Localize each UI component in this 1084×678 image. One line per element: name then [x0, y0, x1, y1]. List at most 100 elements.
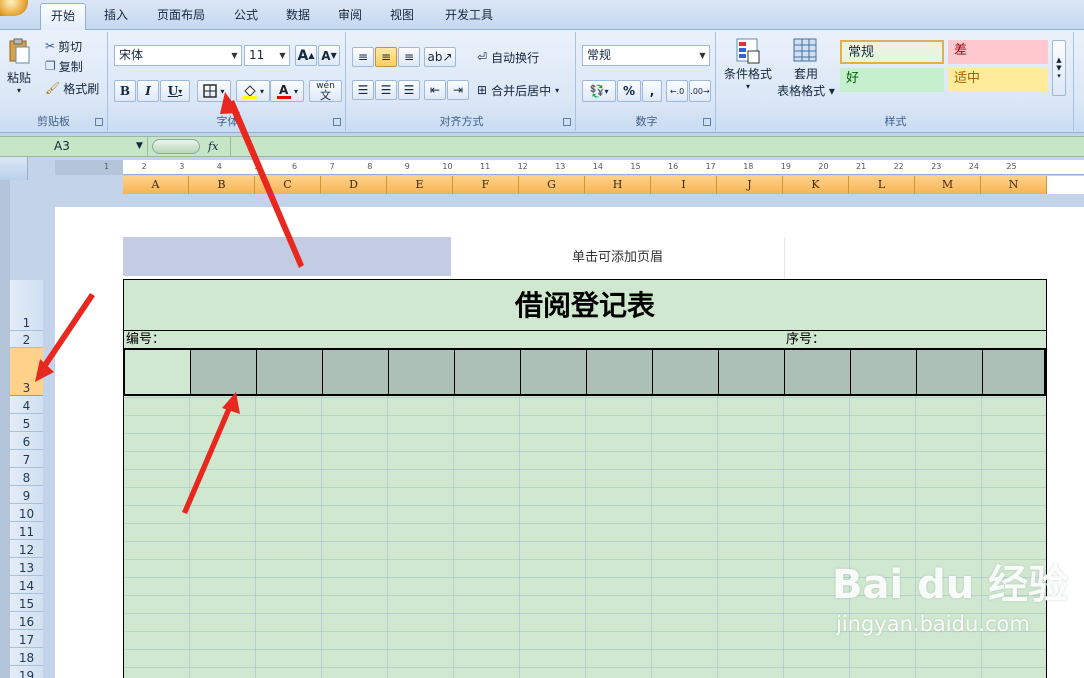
- cut-button[interactable]: ✂ 剪切: [44, 37, 104, 55]
- column-header-n[interactable]: N: [981, 176, 1047, 194]
- cell-l3[interactable]: [851, 350, 917, 394]
- tab-developer[interactable]: 开发工具: [436, 3, 502, 30]
- insert-function-icon[interactable]: fx: [208, 137, 228, 156]
- font-color-button[interactable]: A ▾: [270, 80, 304, 102]
- tab-formulas[interactable]: 公式: [226, 3, 266, 30]
- row-header-2[interactable]: 2: [10, 331, 43, 348]
- column-header-j[interactable]: J: [717, 176, 783, 194]
- cell-g3[interactable]: [521, 350, 587, 394]
- align-middle-button[interactable]: ≡: [375, 47, 397, 67]
- style-good[interactable]: 好: [840, 68, 944, 92]
- cell-n3[interactable]: [983, 350, 1045, 394]
- tab-data[interactable]: 数据: [278, 3, 318, 30]
- style-neutral[interactable]: 适中: [948, 68, 1048, 92]
- row-header-5[interactable]: 5: [10, 414, 43, 432]
- row-header-9[interactable]: 9: [10, 486, 43, 504]
- name-box[interactable]: A3 ▼: [0, 137, 148, 156]
- comma-button[interactable]: ,: [642, 80, 662, 102]
- column-header-k[interactable]: K: [783, 176, 849, 194]
- font-name-combo[interactable]: 宋体 ▼: [114, 45, 242, 66]
- row-header-19[interactable]: 19: [10, 666, 43, 678]
- cell-i3[interactable]: [653, 350, 719, 394]
- dialog-launcher-icon[interactable]: [703, 118, 711, 126]
- header-center-section[interactable]: 单击可添加页眉: [451, 237, 784, 279]
- row-header-17[interactable]: 17: [10, 630, 43, 648]
- header-right-section[interactable]: [784, 237, 1084, 279]
- cell-k3[interactable]: [785, 350, 851, 394]
- bold-button[interactable]: B: [114, 80, 136, 102]
- conditional-formatting-button[interactable]: 条件格式 ▾: [720, 36, 776, 106]
- italic-button[interactable]: I: [137, 80, 159, 102]
- formula-input[interactable]: [230, 137, 1084, 156]
- decrease-indent-button[interactable]: ⇤: [424, 80, 446, 100]
- align-center-button[interactable]: ☰: [375, 80, 397, 100]
- font-size-combo[interactable]: 11 ▼: [244, 45, 290, 66]
- row-2[interactable]: 编号： 序号：: [123, 331, 1047, 348]
- fill-color-button[interactable]: ▾: [236, 80, 270, 102]
- paste-button[interactable]: 粘贴 ▾: [4, 36, 34, 102]
- dialog-launcher-icon[interactable]: [333, 118, 341, 126]
- accounting-format-button[interactable]: 💱 ▾: [582, 80, 616, 102]
- align-bottom-button[interactable]: ≡: [398, 47, 420, 67]
- underline-button[interactable]: U ▾: [160, 80, 190, 102]
- office-button[interactable]: [0, 0, 28, 16]
- tab-page-layout[interactable]: 页面布局: [148, 3, 214, 30]
- column-header-f[interactable]: F: [453, 176, 519, 194]
- dialog-launcher-icon[interactable]: [95, 118, 103, 126]
- cell-e3[interactable]: [389, 350, 455, 394]
- column-header-i[interactable]: I: [651, 176, 717, 194]
- tab-review[interactable]: 审阅: [330, 3, 370, 30]
- row-header-6[interactable]: 6: [10, 432, 43, 450]
- copy-button[interactable]: ❐ 复制: [44, 57, 104, 75]
- tab-home[interactable]: 开始: [40, 3, 86, 30]
- row-header-14[interactable]: 14: [10, 576, 43, 594]
- cell-c3[interactable]: [257, 350, 323, 394]
- table-title[interactable]: 借阅登记表: [123, 279, 1047, 331]
- wrap-text-button[interactable]: ⏎ 自动换行: [476, 47, 572, 67]
- tab-view[interactable]: 视图: [382, 3, 422, 30]
- format-painter-button[interactable]: 🖌 格式刷: [44, 79, 104, 97]
- row-header-4[interactable]: 4: [10, 396, 43, 414]
- dialog-launcher-icon[interactable]: [563, 118, 571, 126]
- row-header-8[interactable]: 8: [10, 468, 43, 486]
- column-header-a[interactable]: A: [123, 176, 189, 194]
- increase-indent-button[interactable]: ⇥: [447, 80, 469, 100]
- header-left-section[interactable]: [123, 237, 451, 276]
- column-header-c[interactable]: C: [255, 176, 321, 194]
- row-header-3[interactable]: 3: [10, 348, 43, 396]
- row-header-1[interactable]: 1: [10, 280, 43, 331]
- column-header-m[interactable]: M: [915, 176, 981, 194]
- percent-button[interactable]: %: [617, 80, 641, 102]
- merge-center-button[interactable]: ⊞ 合并后居中 ▾: [476, 80, 572, 100]
- column-header-h[interactable]: H: [585, 176, 651, 194]
- column-header-e[interactable]: E: [387, 176, 453, 194]
- row-header-12[interactable]: 12: [10, 540, 43, 558]
- cell-a3[interactable]: [125, 350, 191, 394]
- borders-button[interactable]: ▾: [197, 80, 231, 102]
- shrink-font-button[interactable]: A ▼: [318, 45, 340, 66]
- row-header-18[interactable]: 18: [10, 648, 43, 666]
- tab-insert[interactable]: 插入: [96, 3, 136, 30]
- row-header-10[interactable]: 10: [10, 504, 43, 522]
- column-header-g[interactable]: G: [519, 176, 585, 194]
- grow-font-button[interactable]: A ▲: [295, 45, 317, 66]
- column-header-b[interactable]: B: [189, 176, 255, 194]
- column-header-d[interactable]: D: [321, 176, 387, 194]
- cell-j3[interactable]: [719, 350, 785, 394]
- styles-gallery-scroll[interactable]: ▲ ▼ ▾: [1052, 40, 1066, 96]
- row-header-15[interactable]: 15: [10, 594, 43, 612]
- increase-decimal-button[interactable]: ←.0: [666, 80, 688, 102]
- row-3-selected-range[interactable]: [123, 348, 1047, 396]
- align-right-button[interactable]: ☰: [398, 80, 420, 100]
- cell-b3[interactable]: [191, 350, 257, 394]
- align-left-button[interactable]: ☰: [352, 80, 374, 100]
- format-as-table-button[interactable]: 套用 表格格式 ▾: [776, 36, 836, 106]
- row-header-7[interactable]: 7: [10, 450, 43, 468]
- style-bad[interactable]: 差: [948, 40, 1048, 64]
- row-header-13[interactable]: 13: [10, 558, 43, 576]
- cell-h3[interactable]: [587, 350, 653, 394]
- row-header-11[interactable]: 11: [10, 522, 43, 540]
- row-header-16[interactable]: 16: [10, 612, 43, 630]
- formula-bar-splitter[interactable]: [152, 139, 200, 154]
- cell-d3[interactable]: [323, 350, 389, 394]
